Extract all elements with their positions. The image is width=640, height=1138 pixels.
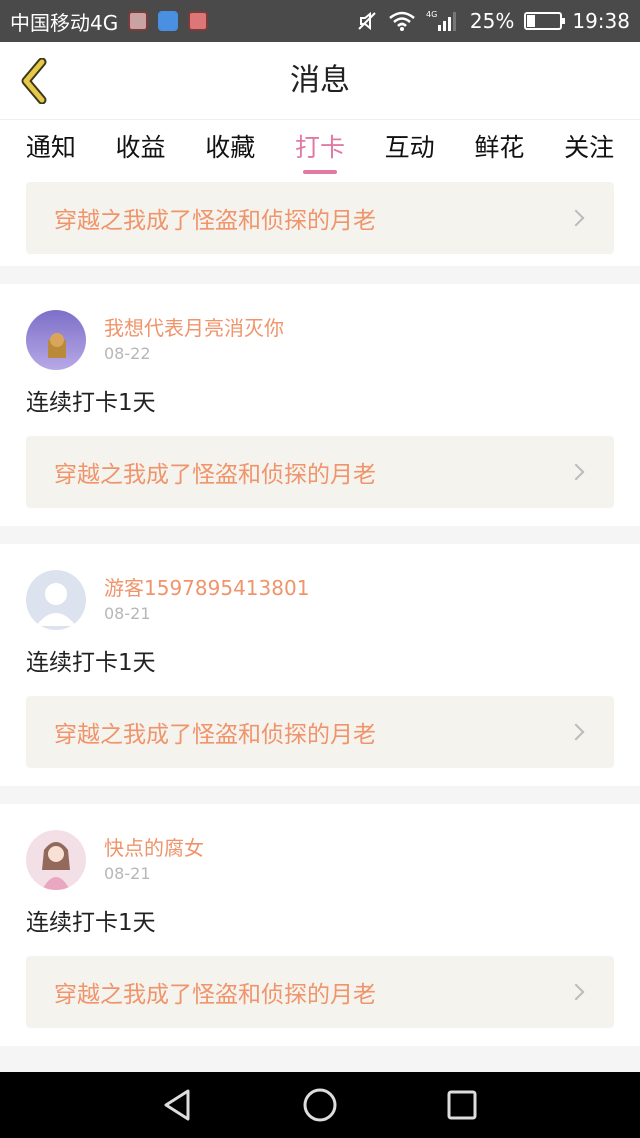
signal-icon: 4G — [426, 10, 456, 31]
user-row: 游客1597895413801 08-21 — [26, 544, 614, 630]
list-item: 穿越之我成了怪盗和侦探的月老 — [0, 182, 640, 266]
tab-checkin[interactable]: 打卡 — [291, 120, 349, 182]
cloud-app-icon — [158, 11, 179, 31]
user-meta: 我想代表月亮消灭你 08-22 — [104, 314, 284, 366]
checkin-text: 连续打卡1天 — [26, 910, 156, 936]
list-item: 我想代表月亮消灭你 08-22 连续打卡1天 穿越之我成了怪盗和侦探的月老 — [0, 284, 640, 526]
avatar-image — [26, 310, 86, 370]
square-recents-icon — [447, 1090, 477, 1120]
chevron-right-icon — [567, 209, 585, 227]
default-avatar-icon — [26, 570, 86, 630]
date: 08-21 — [104, 864, 151, 883]
app-notification-icon — [188, 11, 209, 31]
tab-interaction[interactable]: 互动 — [381, 120, 439, 182]
battery-percent: 25% — [469, 9, 515, 33]
book-link[interactable]: 穿越之我成了怪盗和侦探的月老 — [26, 696, 614, 768]
message-list: 穿越之我成了怪盗和侦探的月老 我想代表月亮消灭你 08-22 连续打卡1天 穿越… — [0, 182, 640, 1072]
mute-icon — [358, 11, 376, 31]
battery-icon — [524, 12, 566, 30]
status-bar-right: 4G 25% 19:38 — [356, 0, 630, 42]
nav-back-button[interactable] — [160, 1087, 196, 1123]
list-item: 快点的腐女 08-21 连续打卡1天 穿越之我成了怪盗和侦探的月老 — [0, 804, 640, 1046]
user-name[interactable]: 我想代表月亮消灭你 — [104, 314, 284, 342]
network-type-label: 4G — [426, 10, 437, 19]
tab-earnings[interactable]: 收益 — [112, 120, 170, 182]
carrier-label: 中国移动4G — [10, 10, 119, 35]
avatar[interactable] — [26, 570, 86, 630]
book-title: 穿越之我成了怪盗和侦探的月老 — [54, 208, 376, 234]
wifi-icon — [389, 11, 415, 31]
book-link[interactable]: 穿越之我成了怪盗和侦探的月老 — [26, 436, 614, 508]
page-title: 消息 — [290, 63, 350, 98]
tab-favorites[interactable]: 收藏 — [201, 120, 259, 182]
date: 08-22 — [104, 344, 151, 363]
checkin-text: 连续打卡1天 — [26, 390, 156, 416]
system-nav-bar — [0, 1072, 640, 1138]
chevron-right-icon — [567, 723, 585, 741]
status-bar: 中国移动4G 4G 25% 19:38 — [0, 0, 640, 42]
tab-notice[interactable]: 通知 — [22, 120, 80, 182]
app-notification-icon — [128, 11, 149, 31]
avatar-image — [26, 830, 86, 890]
chevron-right-icon — [567, 983, 585, 1001]
book-link[interactable]: 穿越之我成了怪盗和侦探的月老 — [26, 956, 614, 1028]
user-meta: 游客1597895413801 08-21 — [104, 574, 309, 626]
nav-home-button[interactable] — [302, 1087, 338, 1123]
book-title: 穿越之我成了怪盗和侦探的月老 — [54, 462, 376, 488]
user-row: 我想代表月亮消灭你 08-22 — [26, 284, 614, 370]
user-name[interactable]: 快点的腐女 — [104, 834, 204, 862]
date: 08-21 — [104, 604, 151, 623]
nav-recents-button[interactable] — [444, 1087, 480, 1123]
clock: 19:38 — [572, 9, 630, 33]
checkin-text: 连续打卡1天 — [26, 650, 156, 676]
avatar[interactable] — [26, 310, 86, 370]
status-bar-left: 中国移动4G — [10, 0, 209, 42]
book-link[interactable]: 穿越之我成了怪盗和侦探的月老 — [26, 182, 614, 254]
tab-flowers[interactable]: 鲜花 — [470, 120, 528, 182]
book-title: 穿越之我成了怪盗和侦探的月老 — [54, 982, 376, 1008]
battery-level — [527, 15, 536, 27]
chevron-right-icon — [567, 463, 585, 481]
tab-following[interactable]: 关注 — [560, 120, 618, 182]
header: 消息 — [0, 42, 640, 120]
tab-bar: 通知 收益 收藏 打卡 互动 鲜花 关注 — [0, 120, 640, 182]
user-name[interactable]: 游客1597895413801 — [104, 574, 309, 602]
triangle-back-icon — [164, 1089, 190, 1121]
list-item: 游客1597895413801 08-21 连续打卡1天 穿越之我成了怪盗和侦探… — [0, 544, 640, 786]
user-row: 快点的腐女 08-21 — [26, 804, 614, 890]
circle-home-icon — [303, 1088, 337, 1122]
avatar[interactable] — [26, 830, 86, 890]
user-meta: 快点的腐女 08-21 — [104, 834, 204, 886]
book-title: 穿越之我成了怪盗和侦探的月老 — [54, 722, 376, 748]
